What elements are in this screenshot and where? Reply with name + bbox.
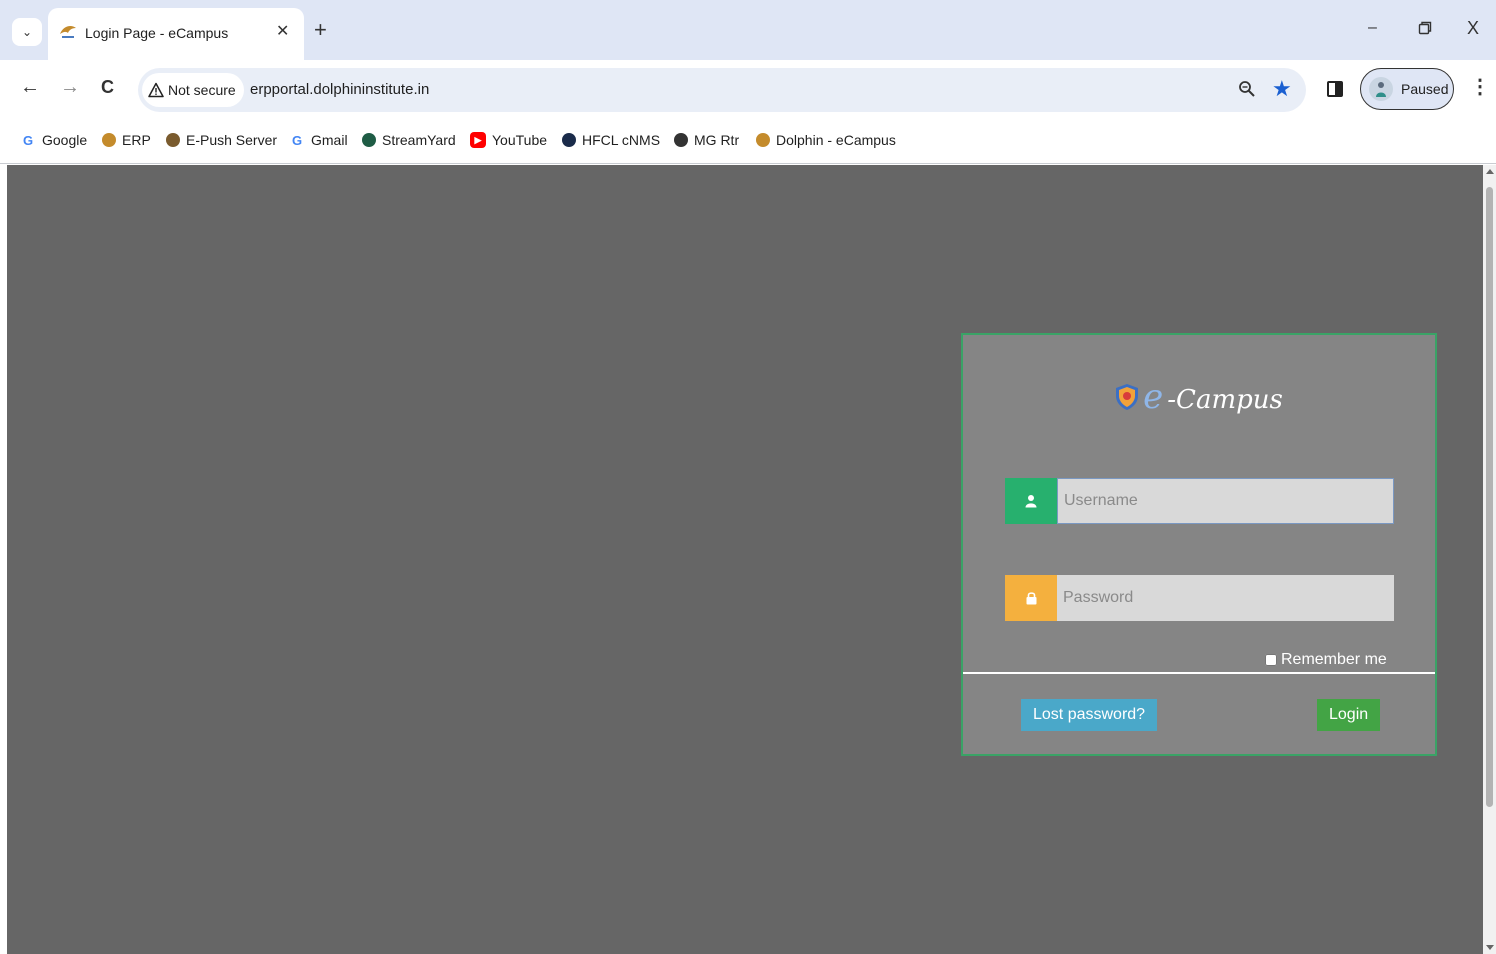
bookmark-streamyard[interactable]: StreamYard <box>362 130 456 150</box>
profile-button[interactable]: Paused <box>1360 68 1454 110</box>
tab-search-button[interactable]: ⌄ <box>12 18 42 46</box>
e-push-icon <box>166 133 180 147</box>
tab-strip: ⌄ Login Page - eCampus ✕ + – X <box>0 0 1496 60</box>
reload-icon[interactable]: C <box>101 76 114 98</box>
back-arrow-icon[interactable]: ← <box>20 76 40 98</box>
avatar <box>1369 77 1393 101</box>
bookmark-label: Dolphin - eCampus <box>776 132 896 148</box>
browser-toolbar: ← → C Not secure erpportal.dolphininstit… <box>0 60 1496 118</box>
bookmark-mg-rtr[interactable]: MG Rtr <box>674 130 739 150</box>
scroll-thumb[interactable] <box>1486 187 1493 807</box>
chevron-down-icon: ⌄ <box>21 25 33 39</box>
ecampus-logo: e -Campus <box>963 377 1435 417</box>
bookmark-gmail[interactable]: G Gmail <box>289 130 348 150</box>
remember-me-label: Remember me <box>1281 651 1387 668</box>
bookmark-google[interactable]: G Google <box>20 130 87 150</box>
side-panel-icon[interactable] <box>1327 81 1343 97</box>
bookmark-label: Gmail <box>311 132 348 148</box>
restore-icon[interactable] <box>1418 21 1432 35</box>
remember-me-checkbox[interactable] <box>1265 654 1277 666</box>
scroll-down-arrow-icon[interactable] <box>1486 945 1494 950</box>
security-chip-label: Not secure <box>168 82 236 98</box>
new-tab-plus-icon[interactable]: + <box>314 18 327 42</box>
bookmark-label: MG Rtr <box>694 132 740 148</box>
dolphin-icon <box>756 133 770 147</box>
lost-password-button[interactable]: Lost password? <box>1021 699 1158 731</box>
password-row <box>1005 575 1394 621</box>
bookmark-label: StreamYard <box>382 132 456 148</box>
hfcl-icon <box>562 133 576 147</box>
brand-e: e <box>1143 377 1164 417</box>
profile-status: Paused <box>1401 81 1449 97</box>
active-tab[interactable]: Login Page - eCampus ✕ <box>48 8 304 60</box>
username-row <box>1005 478 1394 524</box>
gmail-google-icon: G <box>291 132 303 148</box>
lock-icon <box>1005 575 1057 621</box>
user-icon <box>1005 478 1057 524</box>
divider <box>963 672 1435 674</box>
password-input[interactable] <box>1057 575 1394 621</box>
avatar-figure-icon <box>1376 82 1386 97</box>
address-bar[interactable]: Not secure erpportal.dolphininstitute.in… <box>138 68 1306 112</box>
streamyard-icon <box>362 133 376 147</box>
window-close-button[interactable]: X <box>1467 18 1479 39</box>
bookmark-youtube[interactable]: ▶ YouTube <box>470 130 547 150</box>
vertical-scrollbar[interactable] <box>1483 165 1496 954</box>
bookmark-label: E-Push Server <box>186 132 278 148</box>
bookmarks-bar: G Google ERP E-Push Server G Gmail StreamYard ▶… <box>0 118 1496 164</box>
bookmark-erp[interactable]: ERP <box>102 130 151 150</box>
bookmark-label: Google <box>42 132 88 148</box>
forward-arrow-icon[interactable]: → <box>60 76 80 98</box>
globe-icon <box>674 133 688 147</box>
bookmark-label: HFCL cNMS <box>582 132 661 148</box>
dolphin-favicon-icon <box>60 26 76 38</box>
bookmark-label: ERP <box>122 132 151 148</box>
bookmark-star-icon[interactable]: ★ <box>1272 77 1292 101</box>
erp-icon <box>102 133 116 147</box>
youtube-icon: ▶ <box>470 132 486 148</box>
remember-me[interactable]: Remember me <box>1265 651 1387 669</box>
security-chip[interactable]: Not secure <box>142 73 244 107</box>
brand-campus: -Campus <box>1167 385 1283 415</box>
login-button[interactable]: Login <box>1317 699 1381 731</box>
tab-title: Login Page - eCampus <box>85 25 229 41</box>
bookmark-dolphin-ecampus[interactable]: Dolphin - eCampus <box>756 130 896 150</box>
bookmark-label: YouTube <box>492 132 548 148</box>
username-input[interactable] <box>1057 478 1394 524</box>
bookmark-e-push-server[interactable]: E-Push Server <box>166 130 277 150</box>
zoom-magnifier-icon[interactable] <box>1238 80 1256 98</box>
tab-close-icon[interactable]: ✕ <box>276 21 289 41</box>
url-text[interactable]: erpportal.dolphininstitute.in <box>250 81 429 98</box>
login-panel: e -Campus Remember me Lost password? Log… <box>961 333 1437 756</box>
warning-triangle-icon <box>148 82 164 98</box>
shield-emblem-icon <box>1116 384 1139 410</box>
minimize-button[interactable]: – <box>1368 19 1377 37</box>
google-icon: G <box>22 132 34 148</box>
kebab-menu-icon[interactable]: ⋮ <box>1470 76 1490 98</box>
scroll-up-arrow-icon[interactable] <box>1486 169 1494 174</box>
bookmark-hfcl-cnms[interactable]: HFCL cNMS <box>562 130 660 150</box>
